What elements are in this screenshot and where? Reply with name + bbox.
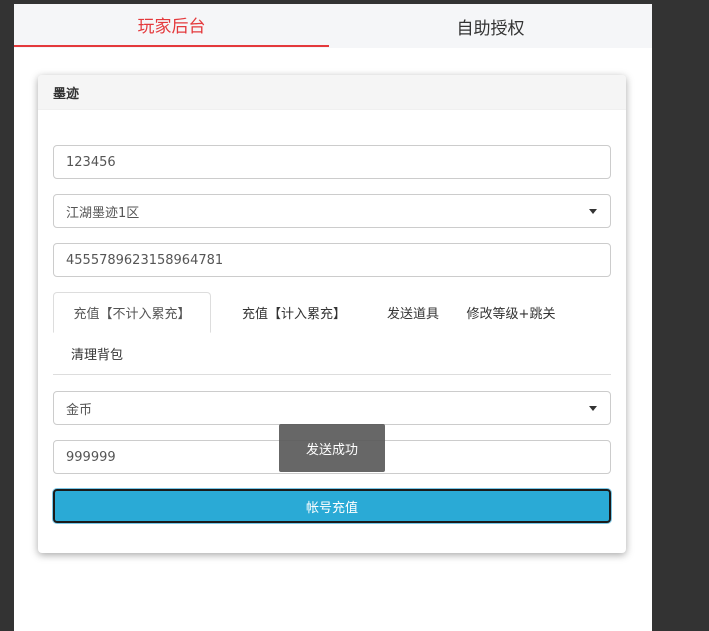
tab-recharge-no-accumulate[interactable]: 充值【不计入累充】 bbox=[53, 292, 211, 333]
chevron-down-icon bbox=[589, 405, 597, 411]
tab-send-items[interactable]: 发送道具 bbox=[363, 292, 463, 333]
tab-recharge-accumulate[interactable]: 充值【计入累充】 bbox=[215, 292, 373, 333]
account-input[interactable]: 123456 bbox=[53, 145, 611, 179]
tab-player-backend[interactable]: 玩家后台 bbox=[14, 4, 329, 47]
amount-input-value: 999999 bbox=[66, 449, 116, 465]
server-select-value: 江湖墨迹1区 bbox=[66, 205, 140, 221]
toast-message: 发送成功 bbox=[279, 424, 385, 472]
currency-select[interactable]: 金币 bbox=[53, 391, 611, 425]
account-input-value: 123456 bbox=[66, 154, 116, 170]
card-title: 墨迹 bbox=[38, 75, 626, 110]
chevron-down-icon bbox=[589, 208, 597, 214]
recharge-card: 墨迹 123456 江湖墨迹1区 4555789623158964781 充值【… bbox=[38, 75, 626, 553]
tab-modify-level[interactable]: 修改等级+跳关 bbox=[453, 292, 569, 333]
account-recharge-button[interactable]: 帐号充值 bbox=[53, 489, 611, 523]
code-input[interactable]: 4555789623158964781 bbox=[53, 243, 611, 277]
top-nav: 玩家后台 自助授权 bbox=[14, 4, 652, 48]
currency-select-value: 金币 bbox=[66, 402, 93, 418]
tab-self-authorization[interactable]: 自助授权 bbox=[329, 4, 652, 48]
action-tabs: 充值【不计入累充】 充值【计入累充】 发送道具 修改等级+跳关 清理背包 bbox=[53, 292, 611, 375]
tab-clear-bag[interactable]: 清理背包 bbox=[53, 333, 141, 374]
code-input-value: 4555789623158964781 bbox=[66, 252, 224, 268]
server-select[interactable]: 江湖墨迹1区 bbox=[53, 194, 611, 228]
